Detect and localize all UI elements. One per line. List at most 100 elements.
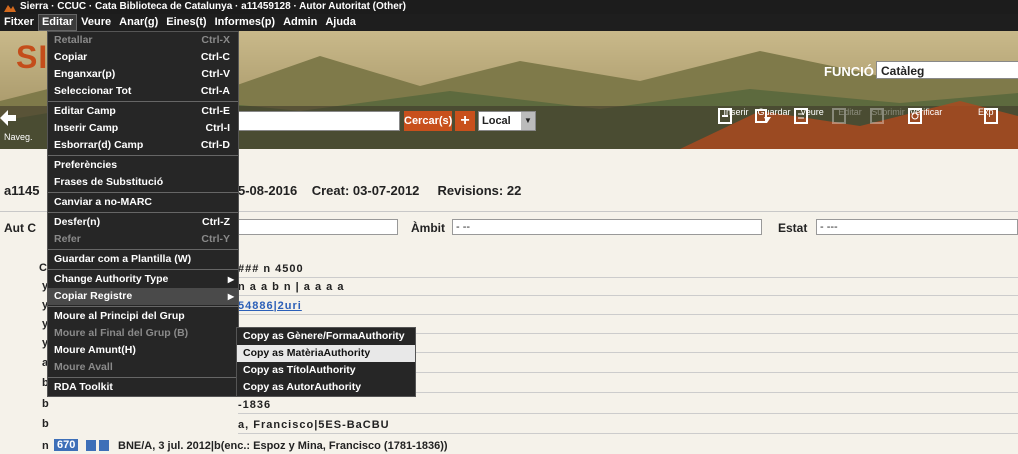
edit-menu-item[interactable]: Moure al Final del Grup (B)	[48, 325, 238, 342]
search-button[interactable]: Cercar(s)	[404, 111, 452, 131]
edit-menu: Retallar Ctrl-X Copiar Ctrl-C Enganxar(p) Ctr…	[47, 31, 239, 397]
edit-menu-item[interactable]: Seleccionar Tot Ctrl-A	[48, 83, 238, 100]
aut-field[interactable]	[238, 219, 398, 235]
estat-label: Estat	[778, 221, 808, 235]
menu-item-shortcut: Ctrl-X	[201, 34, 230, 46]
scope-select[interactable]: Local ▼	[478, 111, 536, 131]
edit-menu-item[interactable]: Moure Avall	[48, 359, 238, 376]
menu-separator	[48, 249, 238, 250]
edit-menu-item[interactable]: Enganxar(p) Ctrl-V	[48, 66, 238, 83]
toolbar-export[interactable]: Exp	[978, 107, 1018, 124]
toolbar-edit[interactable]: Editar	[830, 107, 870, 124]
verify-icon	[908, 108, 922, 124]
record-created: Creat: 03-07-2012	[311, 183, 420, 198]
menu-item-label: Moure Avall	[54, 361, 113, 373]
var-row[interactable]: b -1836	[0, 398, 1018, 414]
var-value: n a a b n | a a a a	[238, 281, 345, 293]
edit-menu-item[interactable]: Inserir Camp Ctrl-I	[48, 120, 238, 137]
funcio-select[interactable]: Catàleg	[876, 61, 1018, 79]
menu-item-label: Copiar Registre	[54, 290, 133, 302]
menu-informes[interactable]: Informes(p)	[211, 14, 280, 31]
edit-menu-item[interactable]: Moure Amunt(H)	[48, 342, 238, 359]
menu-item-label: Moure al Final del Grup (B)	[54, 327, 189, 339]
toolbar-delete[interactable]: Suprimir	[868, 107, 908, 124]
indicator-1[interactable]	[86, 440, 96, 451]
row-divider	[238, 277, 1018, 278]
var-tag: b	[42, 418, 49, 430]
menu-item-label: Copiar	[54, 51, 88, 63]
edit-icon	[832, 108, 846, 124]
menu-anar[interactable]: Anar(g)	[115, 14, 162, 31]
edit-menu-item[interactable]: RDA Toolkit	[48, 379, 238, 396]
menu-item-shortcut: Ctrl-I	[205, 122, 231, 134]
menu-item-shortcut: Ctrl-C	[200, 51, 230, 63]
edit-menu-item[interactable]: Preferències	[48, 157, 238, 174]
menu-item-label: Moure al Principi del Grup	[54, 310, 185, 322]
search-input[interactable]	[230, 111, 400, 131]
menu-separator	[48, 377, 238, 378]
menu-item-label: RDA Toolkit	[54, 381, 113, 393]
edit-menu-item[interactable]: Moure al Principi del Grup	[48, 308, 238, 325]
menu-item-label: Editar Camp	[54, 105, 116, 117]
menu-item-label: Change Authority Type	[54, 273, 169, 285]
chevron-down-icon: ▼	[521, 112, 535, 130]
copy-submenu-item[interactable]: Copy as MatèriaAuthority	[237, 345, 415, 362]
submenu-arrow-icon: ▶	[227, 292, 234, 301]
menu-editar[interactable]: Editar	[37, 14, 78, 31]
logo: SI	[16, 39, 49, 75]
menu-ajuda[interactable]: Ajuda	[321, 14, 360, 31]
ambit-field[interactable]: - --	[452, 219, 762, 235]
copy-submenu-item[interactable]: Copy as TítolAuthority	[237, 362, 415, 379]
var-value: BNE/A, 3 jul. 2012|b(enc.: Espoz y Mina,…	[118, 440, 448, 452]
scope-value: Local	[482, 115, 511, 127]
row-divider	[238, 314, 1018, 315]
toolbar-insert[interactable]: Inserir	[716, 107, 756, 124]
edit-menu-item[interactable]: Guardar com a Plantilla (W)	[48, 251, 238, 268]
indicator-2[interactable]	[99, 440, 109, 451]
edit-menu-item[interactable]: Canviar a no-MARC	[48, 194, 238, 211]
var-value: 54886|2uri	[238, 300, 302, 312]
row-divider	[238, 295, 1018, 296]
copy-record-submenu: Copy as Gènere/FormaAuthority Copy as Mat…	[236, 327, 416, 397]
edit-menu-item[interactable]: Frases de Substitució	[48, 174, 238, 191]
menu-admin[interactable]: Admin	[279, 14, 321, 31]
toolbar-save[interactable]: Guardar	[754, 107, 794, 123]
menu-item-label: Seleccionar Tot	[54, 85, 132, 97]
edit-menu-item[interactable]: Copiar Ctrl-C	[48, 49, 238, 66]
edit-menu-item[interactable]: Copiar Registre ▶	[48, 288, 238, 305]
menu-item-label: Retallar	[54, 34, 93, 46]
edit-menu-item[interactable]: Desfer(n) Ctrl-Z	[48, 214, 238, 231]
edit-menu-item[interactable]: Change Authority Type ▶	[48, 271, 238, 288]
menu-separator	[48, 212, 238, 213]
menu-item-label: Moure Amunt(H)	[54, 344, 136, 356]
menu-item-shortcut: Ctrl-D	[200, 139, 230, 151]
copy-submenu-item[interactable]: Copy as AutorAuthority	[237, 379, 415, 396]
ambit-label: Àmbit	[411, 221, 445, 235]
edit-menu-item[interactable]: Editar Camp Ctrl-E	[48, 103, 238, 120]
toolbar-verify[interactable]: Verificar	[906, 107, 946, 124]
var-row[interactable]: b a, Francisco|5ES-BaCBU	[0, 418, 1018, 434]
edit-menu-item[interactable]: Refer Ctrl-Y	[48, 231, 238, 248]
record-modified: 5-08-2016	[238, 183, 298, 198]
record-id: a1145	[4, 183, 40, 198]
insert-icon	[718, 108, 732, 124]
estat-field[interactable]: - ---	[816, 219, 1018, 235]
menu-fitxer[interactable]: Fitxer	[0, 14, 38, 31]
menu-item-label: Enganxar(p)	[54, 68, 116, 80]
edit-menu-item[interactable]: Esborrar(d) Camp Ctrl-D	[48, 137, 238, 154]
menu-veure[interactable]: Veure	[77, 14, 115, 31]
copy-submenu-item[interactable]: Copy as Gènere/FormaAuthority	[237, 328, 415, 345]
nav-label: Naveg.	[4, 132, 33, 142]
menu-separator	[48, 101, 238, 102]
view-icon	[794, 108, 808, 124]
marc-tag-670: 670	[54, 439, 79, 451]
menu-bar: Fitxer Editar Veure Anar(g) Eines(t) Informes…	[0, 14, 1018, 31]
edit-menu-item[interactable]: Retallar Ctrl-X	[48, 32, 238, 49]
add-button[interactable]: +	[455, 111, 475, 131]
menu-eines[interactable]: Eines(t)	[162, 14, 210, 31]
menu-item-label: Preferències	[54, 159, 118, 171]
back-arrow-icon[interactable]	[0, 110, 16, 126]
menu-item-label: Canviar a no-MARC	[54, 196, 153, 208]
menu-item-shortcut: Ctrl-V	[201, 68, 230, 80]
toolbar-view[interactable]: Veure	[792, 107, 832, 124]
